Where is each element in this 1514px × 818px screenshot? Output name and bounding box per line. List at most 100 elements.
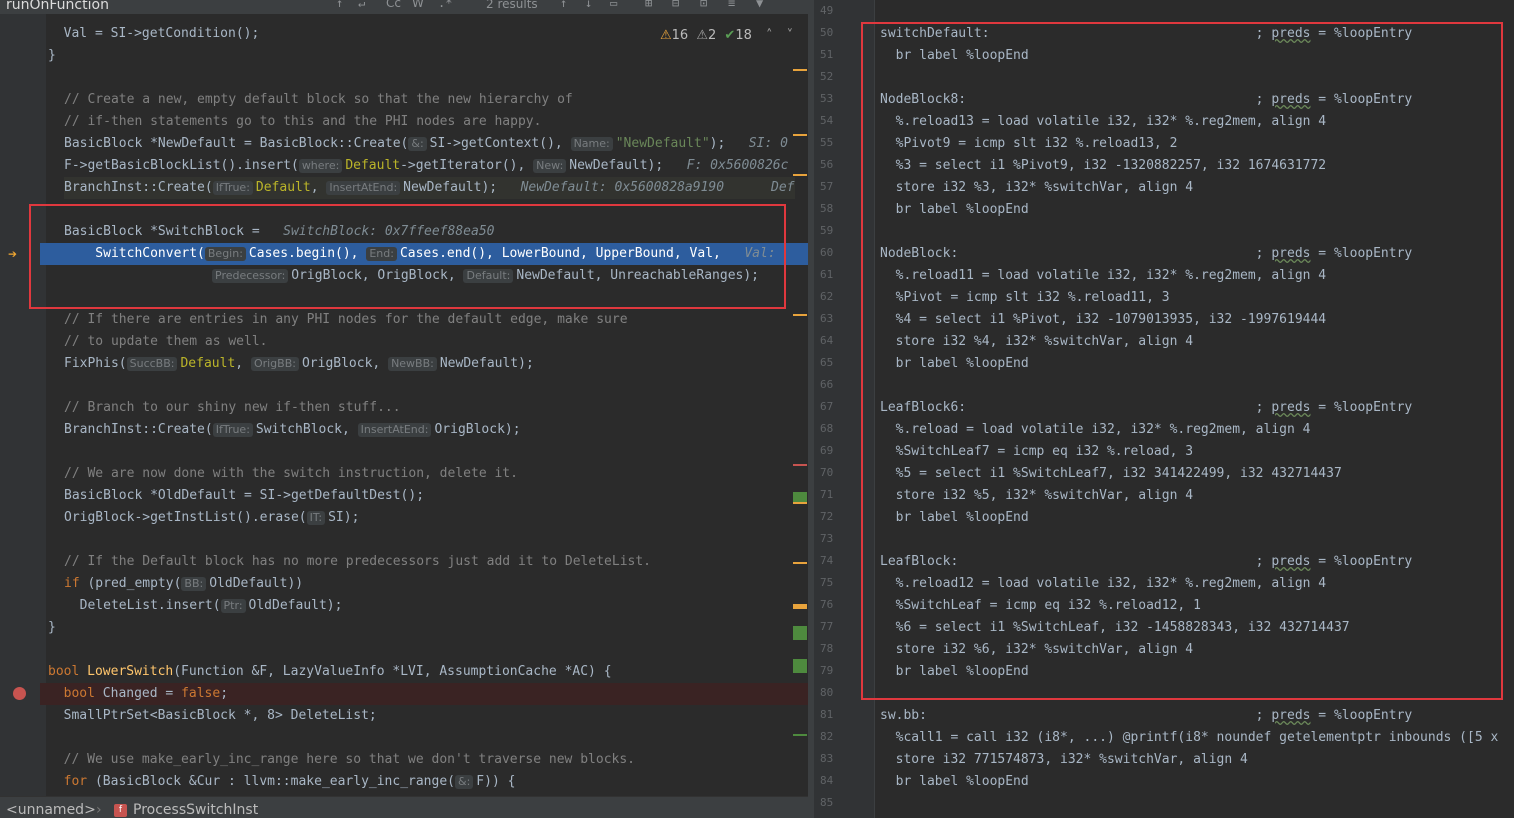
select-all-occurrences-icon[interactable]: ⊡: [700, 0, 707, 10]
string-literal: "NewDefault": [615, 136, 710, 151]
right-editor[interactable]: 49 50 51 52 53 54 55 56 57 58 59 60 61 62 63 64 65 66 67 68…: [814, 0, 1514, 818]
select-all-icon[interactable]: ▭: [610, 0, 617, 10]
warning-mark[interactable]: [793, 69, 807, 71]
inspection-widget[interactable]: ⚠16 ⚠2 ✔18 ˄ ˅: [660, 28, 793, 43]
error-mark[interactable]: [793, 464, 807, 466]
param-hint: IfTrue:: [212, 181, 253, 195]
line-number: 69: [820, 444, 834, 457]
line-number: 84: [820, 774, 834, 787]
breadcrumb-item[interactable]: <unnamed>: [6, 802, 96, 818]
remove-selection-icon[interactable]: ⊟: [672, 0, 679, 10]
breadcrumb[interactable]: <unnamed> › f ProcessSwitchInst: [0, 796, 808, 818]
code-text: ;: [220, 686, 229, 701]
code-line[interactable]: sw.bb: ; preds = %loopEntry: [880, 705, 1412, 727]
code-line[interactable]: Val = SI->getCondition();: [48, 23, 260, 45]
code-line[interactable]: // If the Default block has no more pred…: [64, 551, 651, 573]
param-hint: IfTrue:: [212, 423, 253, 437]
param-hint: BB:: [181, 577, 207, 591]
next-icon[interactable]: ↓: [585, 0, 592, 10]
code-text: br label %loopEnd: [880, 774, 1029, 789]
param-hint: where:: [298, 159, 343, 173]
line-number: 79: [820, 664, 834, 677]
code-line-breakpoint[interactable]: bool Changed = false;: [48, 683, 228, 705]
change-mark[interactable]: [793, 659, 807, 673]
code-text: F->getBasicBlockList().insert(: [64, 158, 299, 173]
code-line[interactable]: // Create a new, empty default block so …: [64, 89, 573, 111]
keyword: false: [181, 686, 221, 701]
code-line[interactable]: F->getBasicBlockList().insert(where: Defa…: [64, 155, 788, 177]
code-line[interactable]: bool LowerSwitch(Function &F, LazyValueI…: [48, 661, 612, 683]
warning-mark[interactable]: [793, 562, 807, 564]
line-number: 58: [820, 202, 834, 215]
line-number: 73: [820, 532, 834, 545]
comment: // Branch to our shiny new if-then stuff…: [64, 400, 401, 415]
find-bar[interactable]: runOnFunction ↑ ↵ Cc W .* 2 results ↑ ↓ …: [0, 0, 808, 14]
line-number: 74: [820, 554, 834, 567]
code-line[interactable]: %call1 = call i32 (i8*, ...) @printf(i8*…: [880, 727, 1499, 749]
code-line[interactable]: // Branch to our shiny new if-then stuff…: [64, 397, 401, 419]
debug-value: SI: 0: [725, 136, 788, 151]
comment: // if-then statements go to this and the…: [64, 114, 542, 129]
breadcrumb-item[interactable]: ProcessSwitchInst: [133, 802, 258, 818]
code-line[interactable]: }: [48, 45, 56, 67]
warning-mark[interactable]: [793, 604, 807, 609]
line-number: 83: [820, 752, 834, 765]
match-case-icon[interactable]: Cc: [386, 0, 401, 10]
code-line[interactable]: BasicBlock *OldDefault = SI->getDefaultD…: [64, 485, 424, 507]
code-text: ->getIterator(),: [400, 158, 534, 173]
weak-warning-count: 2: [708, 28, 717, 43]
line-number: 55: [820, 136, 834, 149]
code-text: ,: [235, 356, 251, 371]
code-line[interactable]: // We use make_early_inc_range here so t…: [48, 749, 635, 771]
code-line[interactable]: // if-then statements go to this and the…: [64, 111, 541, 133]
code-line[interactable]: BranchInst::Create(IfTrue: SwitchBlock, I…: [64, 419, 521, 441]
words-icon[interactable]: W: [412, 0, 424, 10]
line-number: 54: [820, 114, 834, 127]
multiline-icon[interactable]: ≡: [728, 0, 735, 10]
code-line[interactable]: // We are now done with the switch instr…: [64, 463, 518, 485]
comment: // to update them as well.: [64, 334, 268, 349]
error-stripe[interactable]: [793, 14, 807, 796]
code-line[interactable]: DeleteList.insert(Ptr: OldDefault);: [64, 595, 342, 617]
code-line[interactable]: BranchInst::Create(IfTrue: Default, Inser…: [64, 177, 795, 199]
param-hint: InsertAtEnd:: [326, 181, 401, 195]
line-number: 66: [820, 378, 834, 391]
warning-mark[interactable]: [793, 314, 807, 316]
code-line[interactable]: br label %loopEnd: [880, 771, 1029, 793]
change-mark[interactable]: [793, 626, 807, 640]
code-line[interactable]: BasicBlock *NewDefault = BasicBlock::Cre…: [64, 133, 788, 155]
code-text: SwitchBlock,: [255, 422, 358, 437]
code-line[interactable]: OrigBlock->getInstList().erase(IT: SI);: [64, 507, 359, 529]
code-line[interactable]: if (pred_empty(BB: OldDefault)): [64, 573, 303, 595]
code-line[interactable]: for (BasicBlock &Cur : llvm::make_early_…: [48, 771, 515, 793]
warning-mark[interactable]: [793, 174, 807, 176]
change-mark[interactable]: [793, 734, 807, 736]
warning-count: 16: [671, 28, 689, 43]
code-line[interactable]: // to update them as well.: [64, 331, 268, 353]
code-line[interactable]: FixPhis(SuccBB: Default, OrigBB: OrigBlock…: [64, 353, 534, 375]
warning-mark[interactable]: [793, 502, 807, 504]
code-line[interactable]: store i32 771574873, i32* %switchVar, al…: [880, 749, 1248, 771]
enter-icon[interactable]: ↵: [358, 0, 365, 10]
debug-value: NewDefault: 0x5600828a9190 Def: [497, 180, 795, 195]
find-query[interactable]: runOnFunction: [6, 0, 109, 13]
chevron-up-icon[interactable]: ˄: [766, 28, 773, 43]
warning-mark[interactable]: [793, 134, 807, 136]
code-line[interactable]: // If there are entries in any PHI nodes…: [64, 309, 628, 331]
line-number: 71: [820, 488, 834, 501]
prev-occurrence-icon[interactable]: ↑: [336, 0, 343, 10]
highlight-box: [29, 204, 786, 309]
chevron-right-icon: ›: [96, 802, 102, 818]
left-editor[interactable]: runOnFunction ↑ ↵ Cc W .* 2 results ↑ ↓ …: [0, 0, 808, 818]
add-selection-icon[interactable]: ⊞: [645, 0, 652, 10]
regex-icon[interactable]: .*: [438, 0, 452, 10]
code-line[interactable]: SmallPtrSet<BasicBlock *, 8> DeleteList;: [48, 705, 377, 727]
change-mark[interactable]: [793, 492, 807, 502]
code-line[interactable]: }: [48, 617, 56, 639]
previous-icon[interactable]: ↑: [560, 0, 567, 10]
filter-icon[interactable]: ▼: [756, 0, 763, 10]
breakpoint-icon[interactable]: [13, 687, 26, 700]
weak-warning-icon: ⚠: [696, 28, 708, 43]
line-number: 82: [820, 730, 834, 743]
code-text: FixPhis(: [64, 356, 127, 371]
